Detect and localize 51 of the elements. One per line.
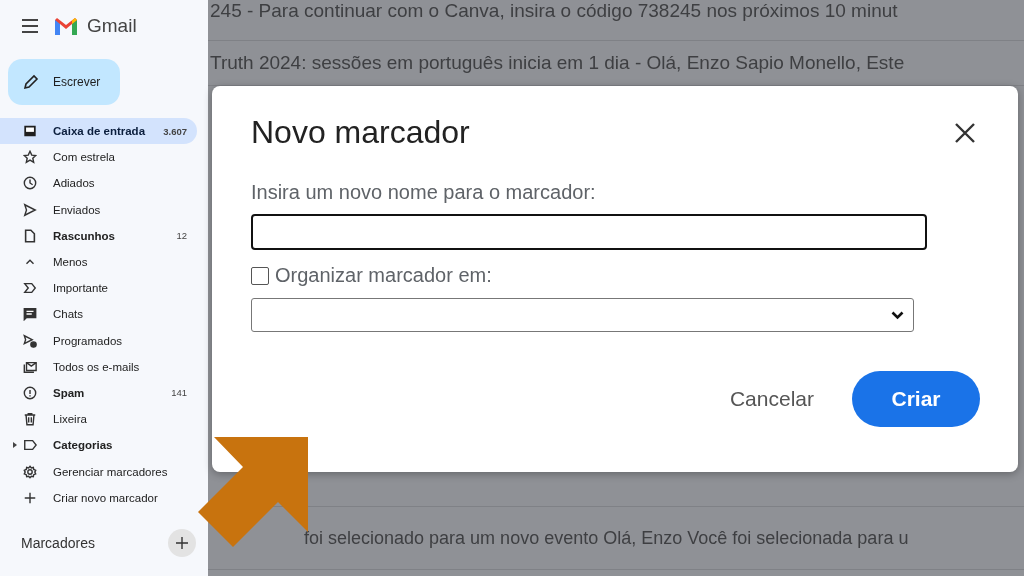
nav-item[interactable]: Programados — [0, 327, 197, 354]
field-label: Insira um novo nome para o marcador: — [251, 181, 597, 204]
nav-item[interactable]: Spam 141 — [0, 379, 197, 407]
create-button[interactable]: Criar — [852, 371, 980, 427]
nav-item[interactable]: Rascunhos 12 — [0, 222, 197, 249]
cancel-button[interactable]: Cancelar — [723, 377, 820, 421]
send-icon — [23, 202, 37, 217]
document-icon — [23, 228, 37, 243]
label-name-field[interactable] — [251, 214, 927, 250]
app-name: Gmail — [87, 15, 137, 37]
exclamation-icon — [23, 385, 37, 400]
inbox-icon — [23, 124, 37, 139]
compose-button[interactable]: Escrever — [8, 59, 120, 105]
nav-item[interactable]: Categorias — [0, 432, 197, 459]
add-label-button[interactable] — [168, 529, 196, 557]
checkbox[interactable] — [251, 266, 269, 285]
parent-label-dropdown[interactable] — [251, 298, 914, 332]
nav-item[interactable]: Todos os e-mails — [0, 353, 197, 380]
scheduled-send-icon — [23, 333, 37, 348]
chevron-down-icon — [891, 310, 904, 320]
nav-item[interactable]: Lixeira — [0, 406, 197, 433]
nav-item[interactable]: Chats — [0, 301, 197, 328]
label-icon — [23, 438, 37, 453]
dialog-title: Novo marcador — [251, 114, 470, 151]
nav-item[interactable]: Caixa de entrada 3.607 — [0, 118, 197, 145]
plus-icon — [176, 537, 188, 549]
nav-item[interactable]: Gerenciar marcadores — [0, 458, 197, 485]
chat-icon — [23, 307, 37, 322]
nav-item[interactable]: Adiados — [0, 170, 197, 197]
nav-item[interactable]: Menos — [0, 248, 197, 276]
close-icon — [954, 121, 976, 144]
labels-heading: Marcadores — [21, 535, 95, 551]
nav-item[interactable]: Criar novo marcador — [0, 484, 197, 511]
item-count: 12 — [176, 230, 187, 242]
star-icon — [23, 150, 37, 165]
item-count: 141 — [171, 387, 187, 399]
gear-icon — [23, 464, 37, 479]
nav-item[interactable]: Enviados — [0, 196, 197, 223]
plus-icon — [23, 490, 37, 505]
menu-icon[interactable] — [21, 19, 39, 33]
nav-item[interactable]: Com estrela — [0, 144, 197, 171]
tag-icon — [23, 281, 37, 296]
pencil-icon — [23, 74, 39, 90]
checkbox-label: Organizar marcador em: — [275, 264, 492, 287]
clock-icon — [23, 176, 37, 191]
nav-item[interactable]: Importante — [0, 275, 197, 302]
mail-stack-icon — [23, 359, 37, 374]
envelope-m-logo-icon — [53, 16, 79, 36]
expand-caret-icon[interactable] — [13, 442, 17, 449]
trash-icon — [23, 412, 37, 427]
item-count: 3.607 — [163, 125, 187, 137]
